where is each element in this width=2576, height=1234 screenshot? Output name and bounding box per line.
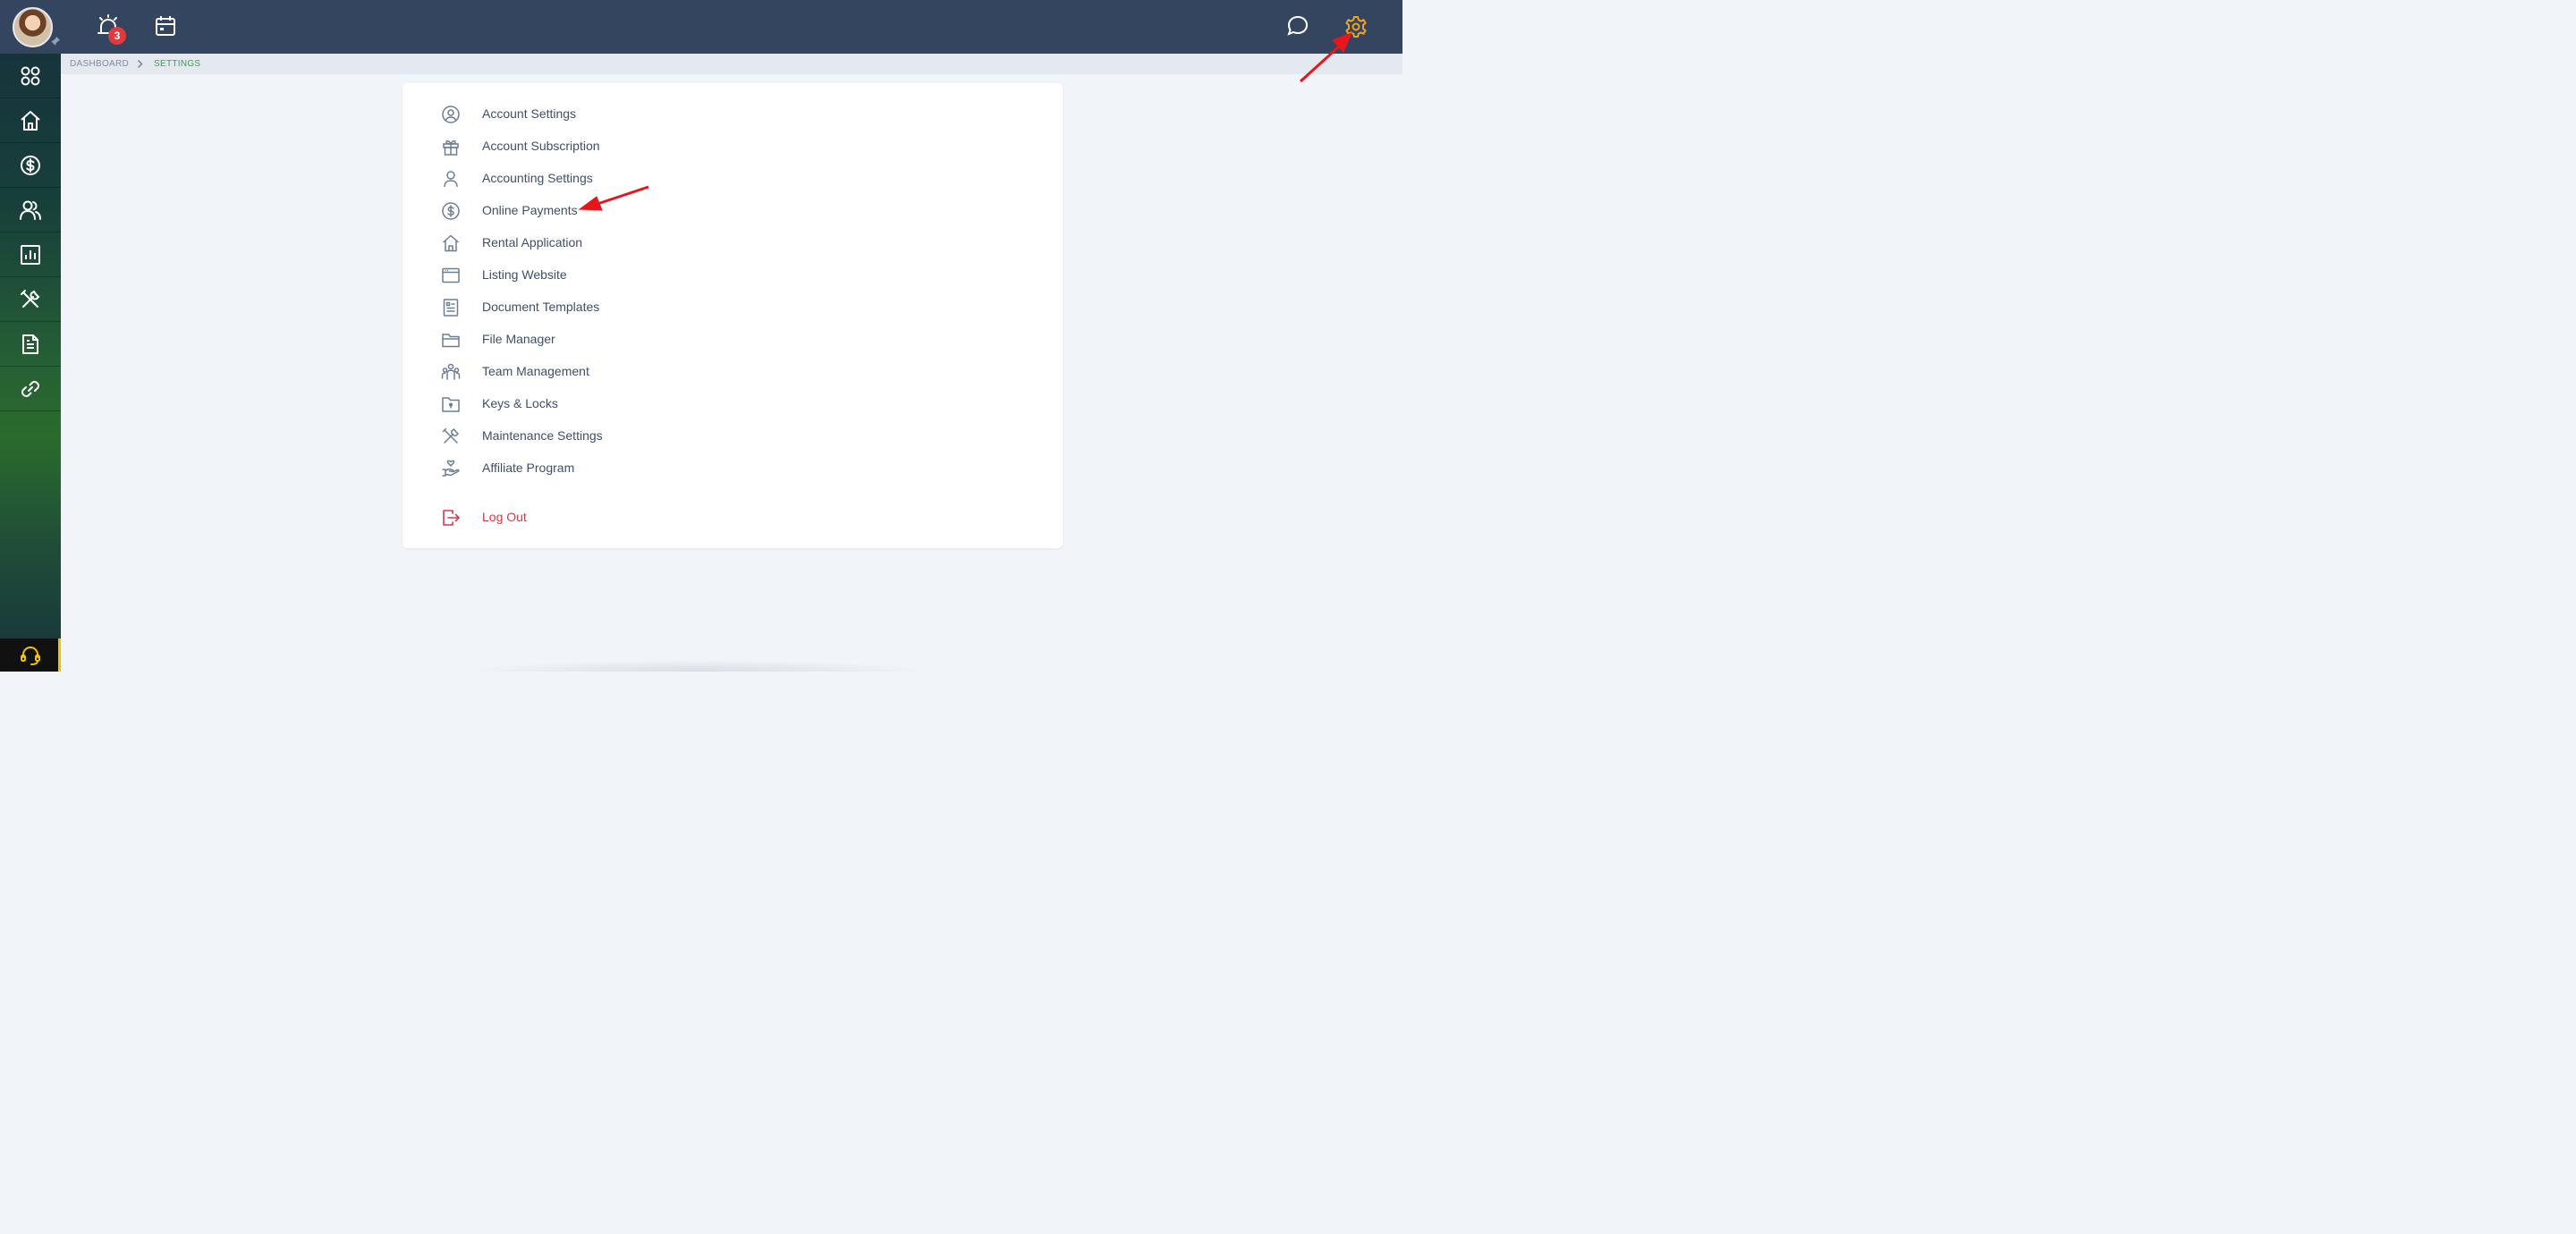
apps-grid-icon	[21, 66, 40, 85]
sidebar-item-links[interactable]	[0, 367, 61, 411]
breadcrumb-dashboard[interactable]: DASHBOARD	[70, 59, 129, 69]
sidebar-item-payments[interactable]	[0, 143, 61, 188]
breadcrumb-settings: SETTINGS	[154, 59, 201, 69]
headset-icon	[21, 646, 40, 665]
menu-item-online-payments[interactable]: Online Payments	[438, 198, 707, 223]
home-icon	[21, 110, 40, 131]
bar-chart-icon	[21, 244, 40, 265]
menu-item-accounting-settings[interactable]: Accounting Settings	[438, 165, 707, 190]
menu-item-listing-website[interactable]: Listing Website	[438, 262, 707, 287]
menu-label: Account Subscription	[482, 139, 600, 153]
user-avatar[interactable]	[13, 7, 53, 47]
gift-icon	[443, 139, 459, 156]
footer-shadow	[465, 660, 930, 672]
logout-icon	[443, 510, 460, 526]
document-icon	[22, 334, 38, 354]
support-button[interactable]	[0, 638, 61, 672]
menu-label: File Manager	[482, 332, 555, 346]
menu-label: Online Payments	[482, 203, 578, 217]
sidebar-item-reports[interactable]	[0, 232, 61, 277]
key-folder-icon	[442, 397, 460, 412]
menu-item-maintenance-settings[interactable]: Maintenance Settings	[438, 423, 707, 448]
dollar-circle-icon	[442, 202, 460, 220]
hand-heart-icon	[442, 460, 460, 477]
house-icon	[443, 234, 459, 252]
gear-icon[interactable]	[1343, 14, 1368, 39]
chat-bubble-icon[interactable]	[1285, 13, 1310, 38]
top-bar: 3	[0, 0, 1402, 54]
menu-label: Account Settings	[482, 106, 577, 121]
menu-label: Affiliate Program	[482, 461, 575, 475]
people-icon	[20, 200, 41, 220]
document-list-icon	[443, 299, 459, 317]
calendar-icon[interactable]	[153, 13, 178, 38]
menu-item-document-templates[interactable]: Document Templates	[438, 294, 707, 319]
menu-item-rental-application[interactable]: Rental Application	[438, 230, 707, 255]
menu-label: Log Out	[482, 510, 527, 524]
sidebar	[0, 54, 61, 672]
menu-item-log-out[interactable]: Log Out	[438, 504, 707, 529]
menu-label: Maintenance Settings	[482, 428, 603, 443]
menu-item-keys-locks[interactable]: Keys & Locks	[438, 391, 707, 416]
sidebar-item-home[interactable]	[0, 98, 61, 143]
sidebar-item-people[interactable]	[0, 188, 61, 232]
folder-icon	[442, 334, 460, 348]
breadcrumb: DASHBOARD SETTINGS	[61, 54, 1402, 74]
menu-label: Accounting Settings	[482, 171, 593, 185]
link-icon	[21, 380, 39, 397]
menu-item-affiliate-program[interactable]: Affiliate Program	[438, 455, 707, 480]
dollar-circle-icon	[21, 155, 40, 175]
sidebar-item-apps[interactable]	[0, 54, 61, 98]
user-icon	[444, 171, 458, 188]
menu-label: Rental Application	[482, 235, 583, 249]
notification-count-badge: 3	[108, 27, 126, 45]
menu-label: Document Templates	[482, 300, 600, 314]
pin-icon	[51, 37, 60, 46]
menu-item-account-settings[interactable]: Account Settings	[438, 101, 707, 126]
browser-window-icon	[442, 267, 460, 283]
menu-item-file-manager[interactable]: File Manager	[438, 326, 707, 351]
sidebar-item-maintenance[interactable]	[0, 277, 61, 322]
menu-item-account-subscription[interactable]: Account Subscription	[438, 133, 707, 158]
sidebar-item-documents[interactable]	[0, 322, 61, 367]
menu-label: Listing Website	[482, 267, 567, 282]
menu-item-team-management[interactable]: Team Management	[438, 359, 707, 384]
support-accent-strip	[58, 638, 61, 672]
menu-label: Keys & Locks	[482, 396, 558, 410]
user-circle-icon	[442, 106, 460, 123]
tools-icon	[21, 289, 40, 308]
team-icon	[441, 363, 461, 380]
tools-icon	[442, 427, 460, 444]
chevron-right-icon	[137, 59, 143, 69]
menu-label: Team Management	[482, 364, 589, 378]
settings-menu-card: Account Settings Account Subscription Ac…	[402, 83, 1063, 548]
